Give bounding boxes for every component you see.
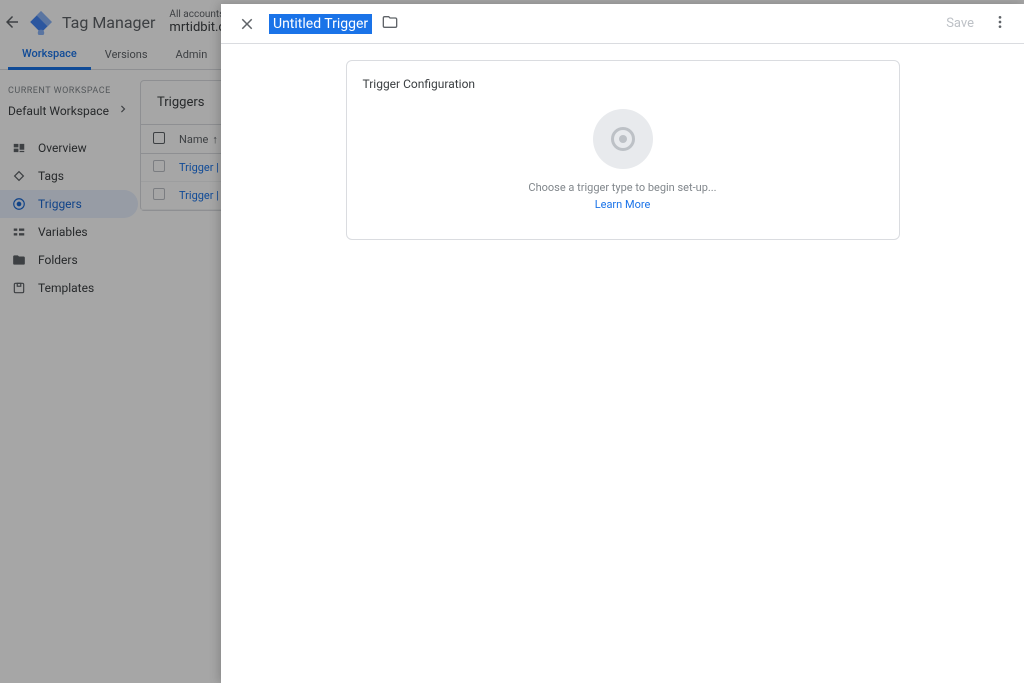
more-menu-button[interactable]: [992, 14, 1008, 34]
modal-header: Untitled Trigger Save: [221, 4, 1024, 44]
trigger-title-text: Untitled Trigger: [269, 14, 372, 34]
folder-select-button[interactable]: [382, 14, 398, 34]
close-button[interactable]: [233, 10, 261, 38]
trigger-name-input[interactable]: Untitled Trigger: [269, 14, 372, 34]
empty-state-text: Choose a trigger type to begin set-up...: [347, 181, 899, 194]
trigger-config-card[interactable]: Trigger Configuration Choose a trigger t…: [346, 60, 900, 240]
empty-state-icon: [593, 109, 653, 169]
config-card-title: Trigger Configuration: [347, 77, 899, 109]
learn-more-link[interactable]: Learn More: [347, 198, 899, 211]
save-button[interactable]: Save: [946, 16, 974, 31]
trigger-editor-modal: Untitled Trigger Save Trigger Configurat…: [221, 4, 1024, 683]
